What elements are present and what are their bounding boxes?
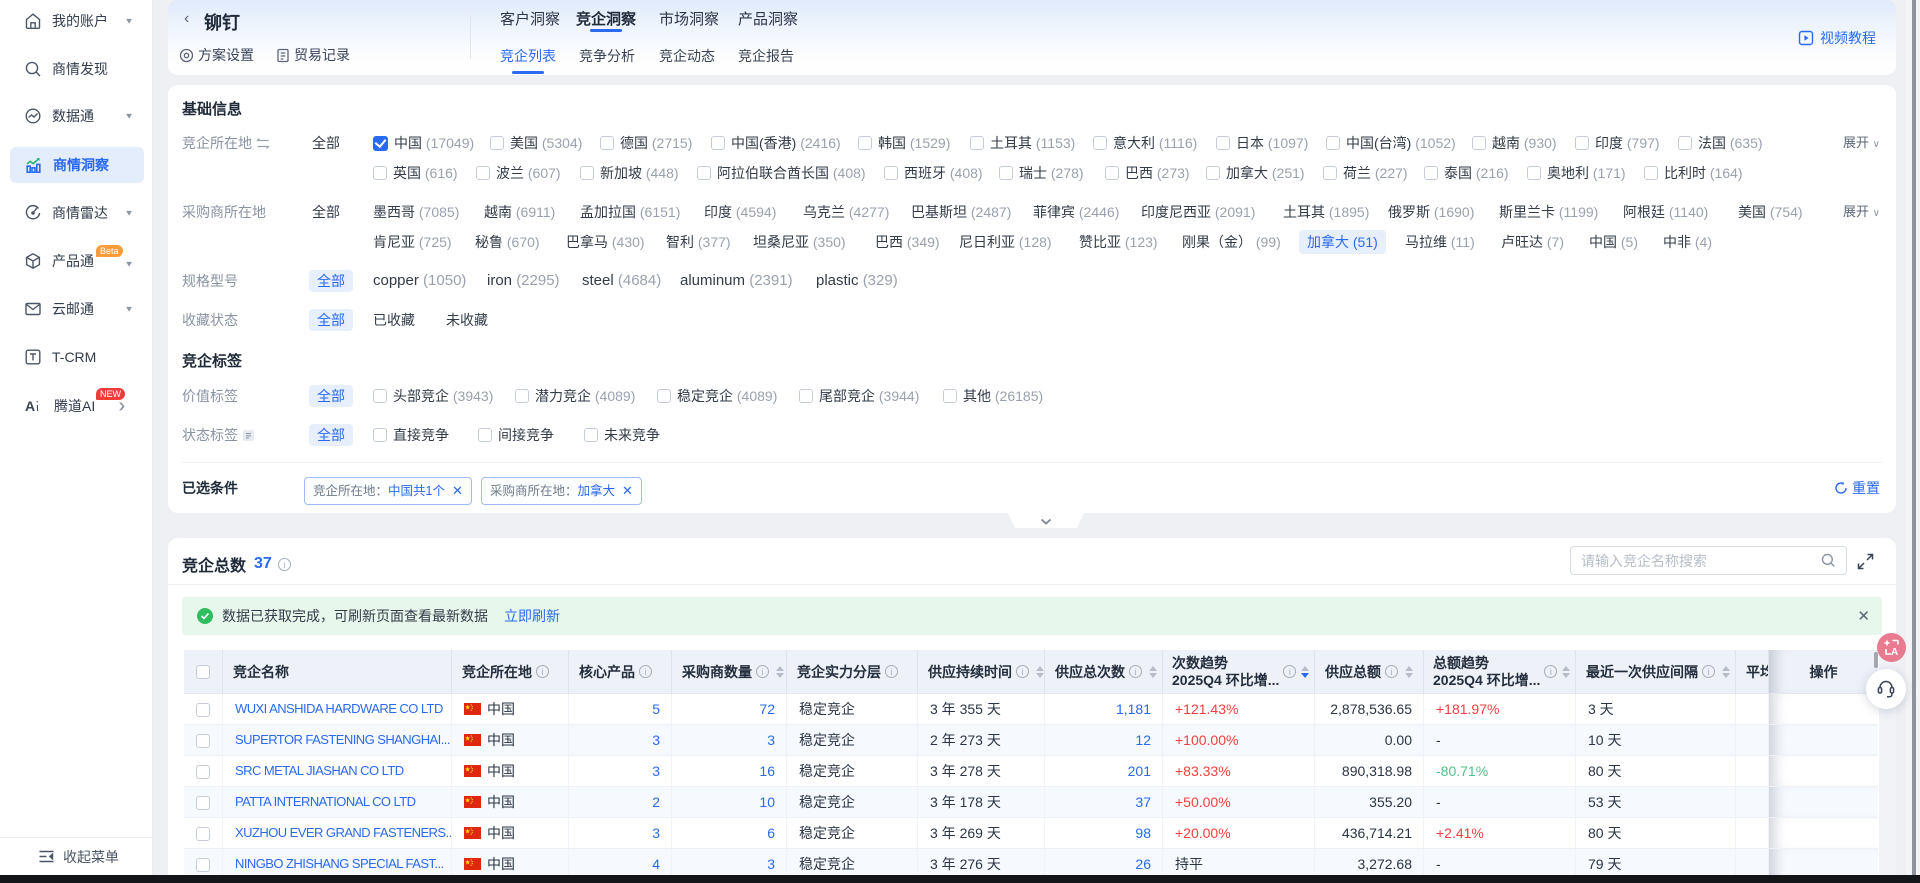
svg-text:A: A [1891, 647, 1898, 658]
svg-text:ı̀: ı̀ [36, 401, 39, 414]
svg-text:A: A [25, 398, 35, 414]
